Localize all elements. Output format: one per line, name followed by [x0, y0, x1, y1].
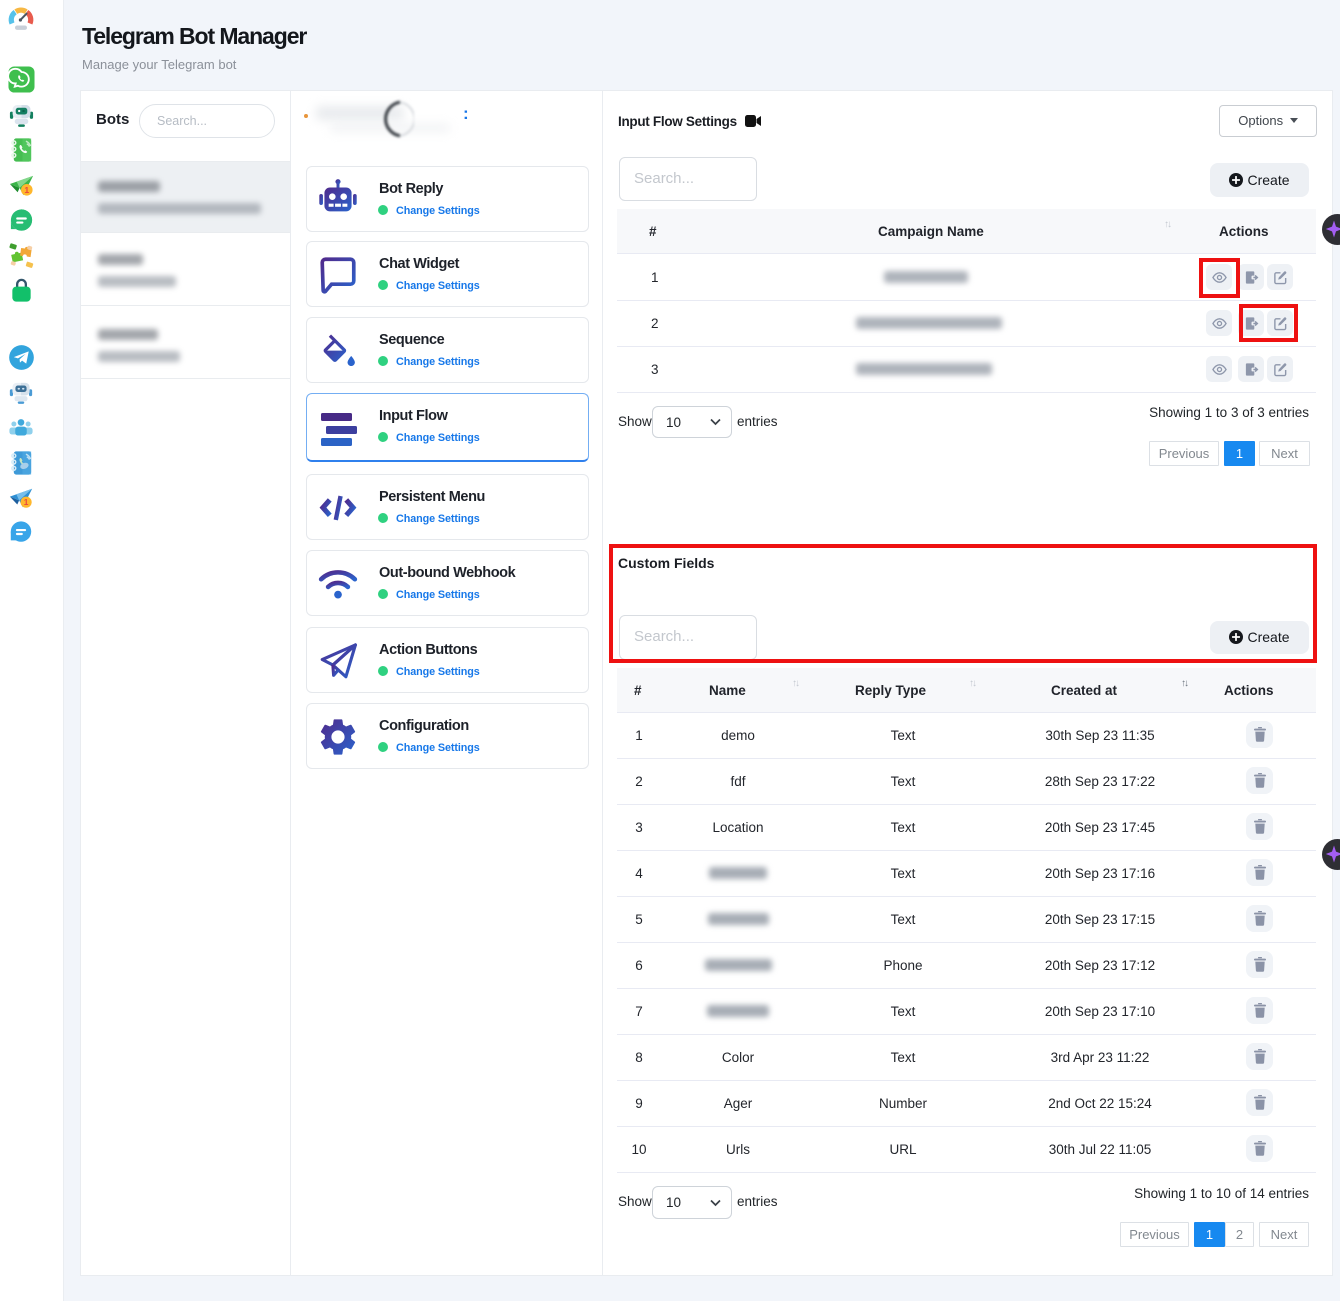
svg-text:1: 1 — [24, 185, 29, 195]
svg-text:1: 1 — [24, 497, 29, 507]
